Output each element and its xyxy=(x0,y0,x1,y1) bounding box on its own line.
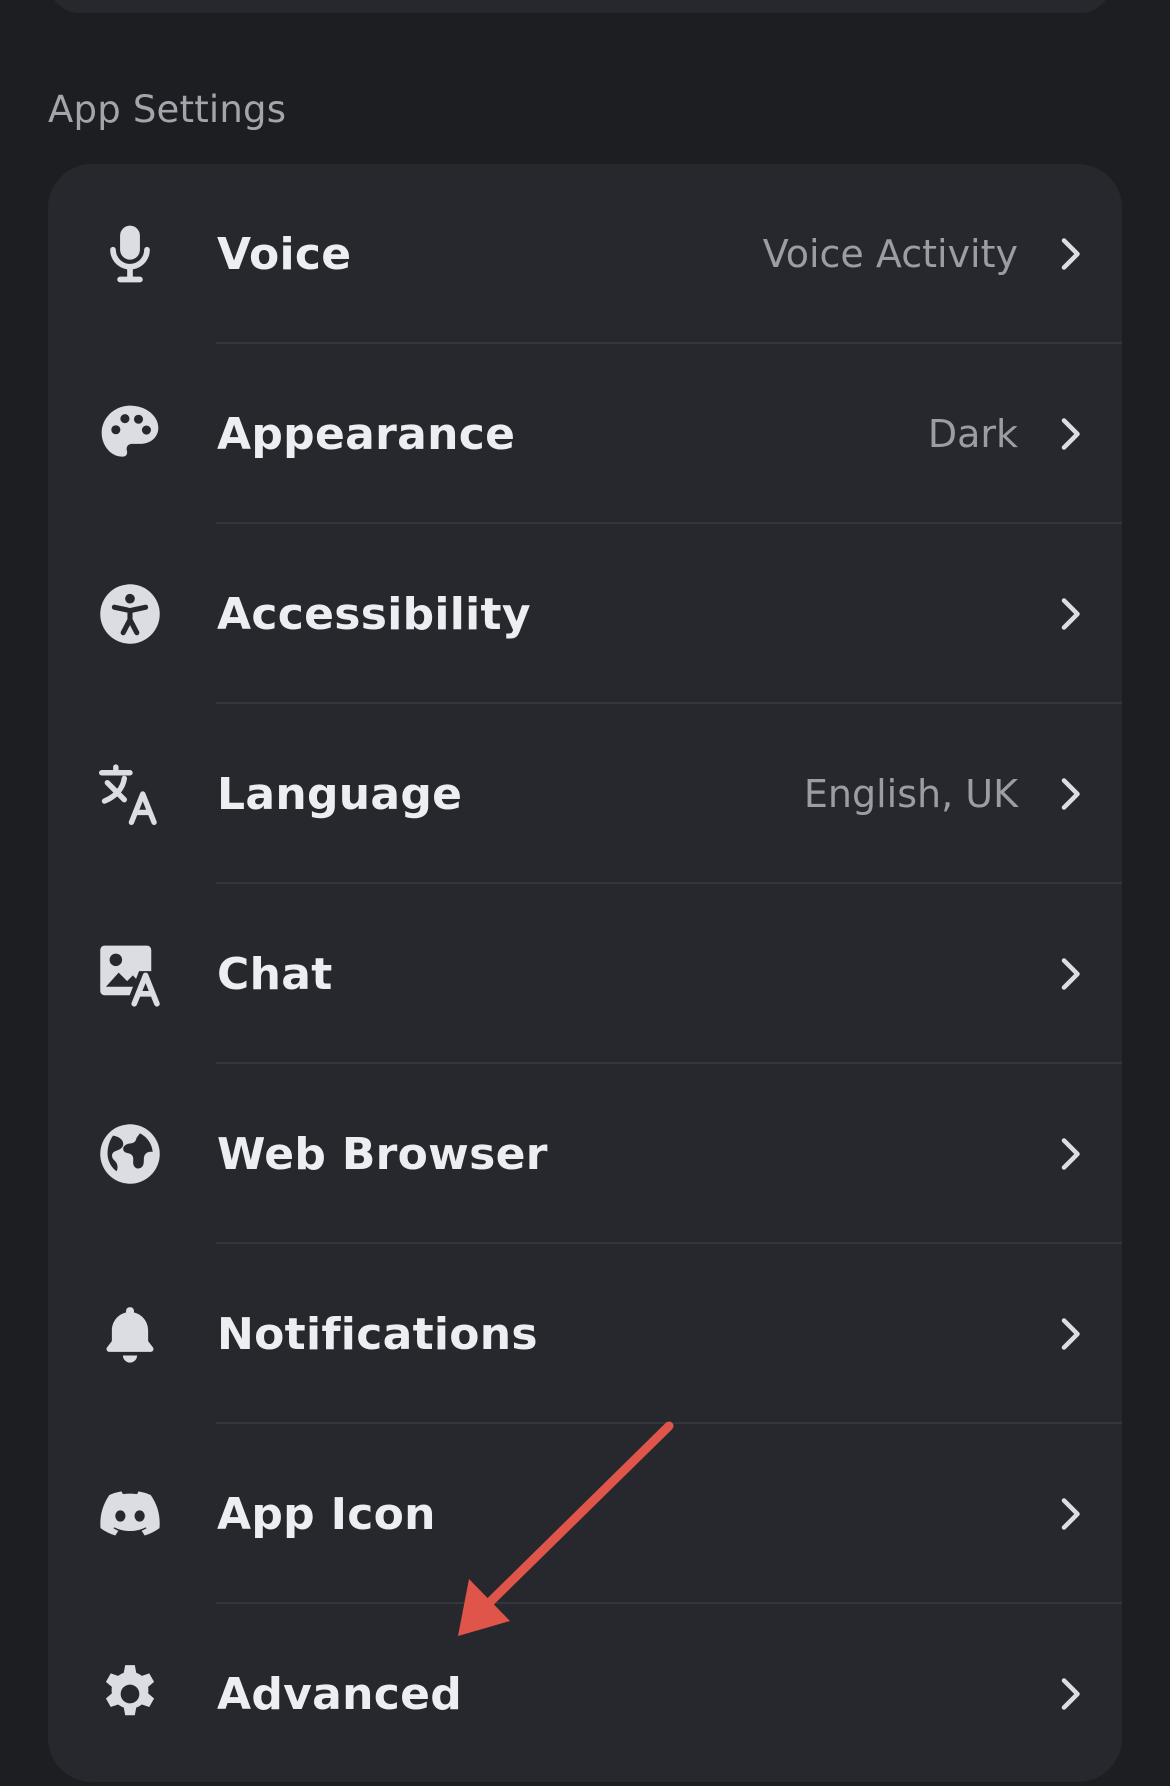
app-settings-card: Voice Voice Activity Appearance Dark Acc… xyxy=(48,164,1122,1782)
chevron-right-icon xyxy=(1061,418,1080,450)
bell-icon xyxy=(96,1300,164,1368)
row-label: Accessibility xyxy=(217,588,531,640)
row-label: App Icon xyxy=(217,1488,436,1540)
row-label: Language xyxy=(217,768,463,820)
discord-icon xyxy=(96,1480,164,1548)
row-value: Dark xyxy=(927,412,1018,456)
chevron-right-icon xyxy=(1061,598,1080,630)
row-label: Advanced xyxy=(217,1668,463,1720)
globe-icon xyxy=(96,1120,164,1188)
chevron-right-icon xyxy=(1061,1318,1080,1350)
row-label: Appearance xyxy=(217,408,516,460)
chevron-right-icon xyxy=(1061,778,1080,810)
settings-row-web-browser[interactable]: Web Browser xyxy=(48,1064,1122,1244)
settings-row-accessibility[interactable]: Accessibility xyxy=(48,524,1122,704)
settings-row-notifications[interactable]: Notifications xyxy=(48,1244,1122,1424)
settings-row-appearance[interactable]: Appearance Dark xyxy=(48,344,1122,524)
palette-icon xyxy=(96,400,164,468)
chevron-right-icon xyxy=(1061,238,1080,270)
row-label: Voice xyxy=(217,228,352,280)
chevron-right-icon xyxy=(1061,1498,1080,1530)
row-label: Chat xyxy=(217,948,333,1000)
chevron-right-icon xyxy=(1061,1138,1080,1170)
chevron-right-icon xyxy=(1061,1678,1080,1710)
chevron-right-icon xyxy=(1061,958,1080,990)
settings-row-language[interactable]: Language English, UK xyxy=(48,704,1122,884)
accessibility-icon xyxy=(96,580,164,648)
row-label: Web Browser xyxy=(217,1128,548,1180)
previous-card-edge xyxy=(48,0,1112,13)
section-title: App Settings xyxy=(48,88,287,131)
microphone-icon xyxy=(96,220,164,288)
image-text-icon xyxy=(96,940,164,1008)
settings-row-advanced[interactable]: Advanced xyxy=(48,1604,1122,1782)
settings-row-chat[interactable]: Chat xyxy=(48,884,1122,1064)
settings-row-voice[interactable]: Voice Voice Activity xyxy=(48,164,1122,344)
gear-icon xyxy=(96,1660,164,1728)
row-value: English, UK xyxy=(803,772,1018,816)
row-value: Voice Activity xyxy=(762,232,1018,276)
settings-row-app-icon[interactable]: App Icon xyxy=(48,1424,1122,1604)
translate-icon xyxy=(96,760,164,828)
row-label: Notifications xyxy=(217,1308,538,1360)
